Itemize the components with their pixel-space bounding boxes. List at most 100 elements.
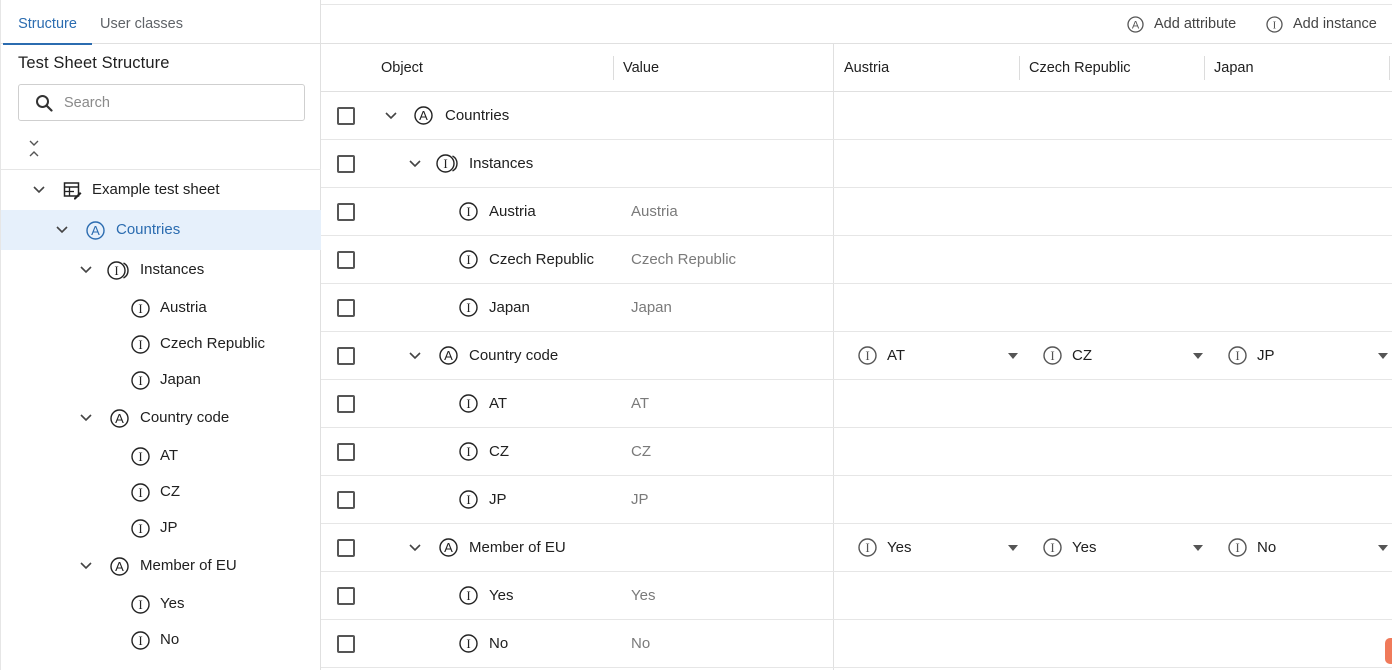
value-cell[interactable]: AT [631,380,649,428]
tree-item[interactable]: I Japan [1,362,321,398]
chevron-down-icon[interactable] [32,183,46,197]
row-checkbox[interactable] [337,635,355,653]
tree-item[interactable]: A Country code [1,398,321,438]
svg-text:A: A [419,108,428,123]
table-row: I CZ CZ [321,428,1392,476]
add-attribute-button[interactable]: A Add attribute [1127,5,1236,43]
value-dropdown-czech[interactable]: I Yes [1043,524,1203,572]
value-cell[interactable]: Yes [631,572,655,620]
collapse-all-icon[interactable] [26,138,42,160]
column-separator[interactable] [1204,56,1205,80]
value-cell[interactable]: Japan [631,284,672,332]
value-dropdown-japan[interactable]: I No [1228,524,1388,572]
column-header-object[interactable]: Object [381,44,423,92]
instance-icon: I [459,634,478,653]
search-input[interactable] [64,92,294,114]
attribute-icon: A [1127,16,1144,33]
value-cell[interactable]: JP [631,476,649,524]
tree-item[interactable]: I JP [1,510,321,546]
instance-icon: I [459,202,478,221]
value-cell[interactable]: No [631,620,650,668]
table-row: I Yes Yes [321,572,1392,620]
table-edit-icon [63,181,82,199]
svg-text:I: I [1235,540,1239,555]
tree-item[interactable]: A Member of EU [1,546,321,586]
column-header-japan[interactable]: Japan [1214,44,1254,92]
chevron-down-icon[interactable] [79,559,93,573]
svg-text:I: I [466,588,470,603]
chevron-down-icon[interactable] [79,263,93,277]
table-row: A Countries [321,92,1392,140]
search-icon [36,95,53,112]
column-separator[interactable] [1019,56,1020,80]
chevron-down-icon[interactable] [79,411,93,425]
table-row: I AT AT [321,380,1392,428]
row-checkbox[interactable] [337,251,355,269]
table-row: I JP JP [321,476,1392,524]
scroll-indicator[interactable] [1385,638,1392,664]
value-cell[interactable]: Austria [631,188,678,236]
dropdown-value: AT [887,347,906,364]
tree-item-label: Country code [140,409,230,426]
column-header-value[interactable]: Value [623,44,659,92]
table-row: I Austria Austria [321,188,1392,236]
svg-text:A: A [444,540,453,555]
object-cell: Japan [489,299,530,316]
svg-text:I: I [466,396,470,411]
instance-icon: I [1266,16,1283,33]
row-checkbox[interactable] [337,587,355,605]
row-checkbox[interactable] [337,539,355,557]
row-checkbox[interactable] [337,395,355,413]
value-cell[interactable]: CZ [631,428,651,476]
tree-item-label: No [160,631,180,648]
instance-icon: I [459,250,478,269]
tab-structure[interactable]: Structure [3,0,92,45]
tree-item-label: Yes [160,595,185,612]
row-checkbox[interactable] [337,347,355,365]
svg-text:I: I [443,156,447,171]
row-checkbox[interactable] [337,107,355,125]
instances-icon: I [436,154,458,173]
chevron-down-icon[interactable] [384,109,398,123]
tree-item[interactable]: Example test sheet [1,170,321,210]
column-separator[interactable] [1389,56,1390,80]
value-dropdown-japan[interactable]: I JP [1228,332,1388,380]
value-dropdown-austria[interactable]: I Yes [858,524,1018,572]
add-instance-button[interactable]: I Add instance [1266,5,1377,43]
tree-item[interactable]: I Czech Republic [1,326,321,362]
caret-down-icon [1008,353,1018,359]
tree-item-label: Czech Republic [160,335,266,352]
row-checkbox[interactable] [337,443,355,461]
tree-item[interactable]: I AT [1,438,321,474]
column-header-czech-republic[interactable]: Czech Republic [1029,44,1131,92]
column-separator[interactable] [613,56,614,80]
row-checkbox[interactable] [337,299,355,317]
tree-item[interactable]: I No [1,622,321,658]
tab-user-classes[interactable]: User classes [100,0,183,44]
search-box[interactable] [18,84,305,121]
tree-item[interactable]: I Yes [1,586,321,622]
tree-item[interactable]: A Countries [1,210,321,250]
chevron-down-icon[interactable] [55,223,69,237]
chevron-down-icon[interactable] [408,349,422,363]
row-checkbox[interactable] [337,155,355,173]
svg-text:A: A [91,223,100,238]
add-attribute-label: Add attribute [1154,16,1237,32]
chevron-down-icon[interactable] [408,541,422,555]
svg-text:I: I [138,337,142,352]
value-dropdown-czech[interactable]: I CZ [1043,332,1203,380]
svg-text:I: I [466,300,470,315]
instance-icon: I [131,482,150,502]
row-checkbox[interactable] [337,203,355,221]
object-cell: Countries [445,107,510,124]
tree-item[interactable]: I Austria [1,290,321,326]
chevron-down-icon[interactable] [408,157,422,171]
value-dropdown-austria[interactable]: I AT [858,332,1018,380]
row-checkbox[interactable] [337,491,355,509]
column-header-austria[interactable]: Austria [844,44,889,92]
svg-text:A: A [444,348,453,363]
value-cell[interactable]: Czech Republic [631,236,736,284]
tree-item[interactable]: I Instances [1,250,321,290]
tree-item[interactable]: I CZ [1,474,321,510]
svg-text:I: I [138,301,142,316]
